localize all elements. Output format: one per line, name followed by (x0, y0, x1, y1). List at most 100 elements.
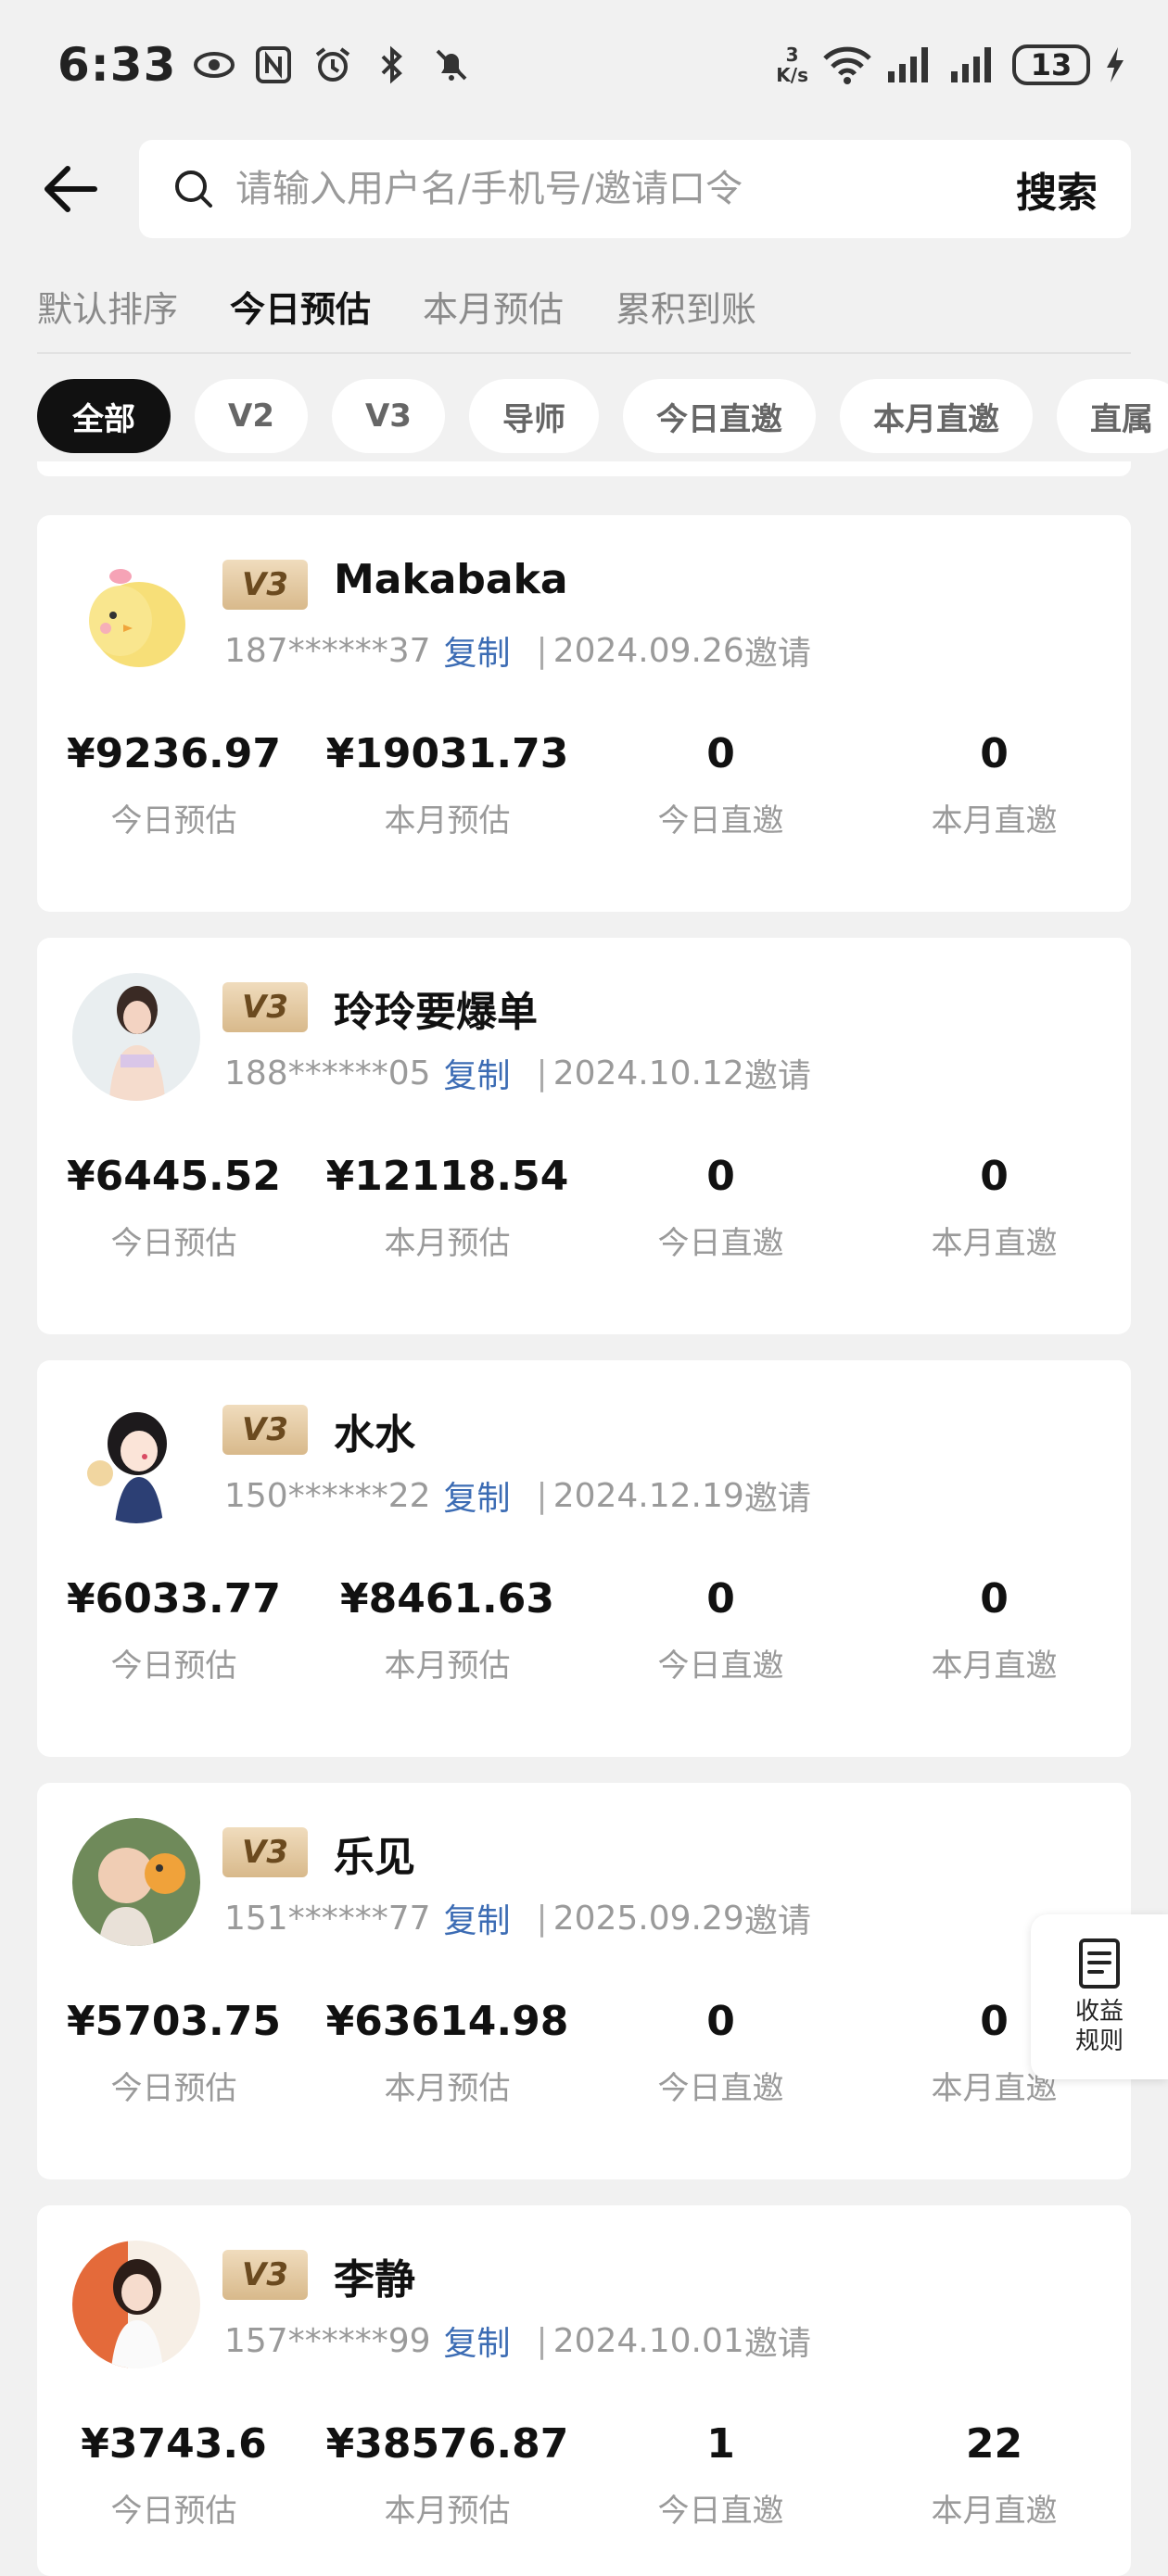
divider: | (536, 2321, 548, 2360)
chip-month-direct[interactable]: 本月直邀 (839, 379, 1033, 453)
chip-direct-sub[interactable]: 直属 (1056, 379, 1168, 453)
alarm-icon (316, 47, 350, 82)
invite-date: 2024.12.19 (552, 1476, 744, 1515)
avatar (72, 2241, 200, 2368)
level-badge: V3 (222, 2250, 308, 2300)
month-direct-label: 本月直邀 (931, 802, 1058, 840)
search-input[interactable] (235, 168, 1016, 210)
avatar (72, 550, 200, 678)
today-estimate-label: 今日预估 (110, 1648, 237, 1685)
search-header: 搜索 (0, 139, 1168, 239)
today-direct-label: 今日直邀 (657, 1225, 784, 1262)
filter-chips: 全部 V2 V3 导师 今日直邀 本月直邀 直属 (37, 378, 1168, 454)
member-name: Makabaka (334, 556, 568, 603)
level-badge: V3 (222, 982, 308, 1032)
copy-button[interactable]: 复制 (444, 626, 511, 675)
month-direct-label: 本月直邀 (931, 1648, 1058, 1685)
month-estimate-value: ¥38576.87 (325, 2420, 569, 2468)
today-direct-label: 今日直邀 (657, 2493, 784, 2530)
today-estimate-value: ¥9236.97 (66, 730, 282, 777)
member-phone: 188******05 (224, 1054, 431, 1092)
month-estimate-value: ¥12118.54 (325, 1153, 569, 1200)
today-direct-value: 0 (706, 1575, 735, 1623)
eye-icon (194, 52, 235, 78)
charging-icon (1107, 47, 1124, 82)
chip-v3[interactable]: V3 (331, 379, 445, 453)
mute-bell-icon (436, 49, 467, 81)
bluetooth-icon (381, 45, 403, 84)
rules-label-line1: 收益 (1074, 1998, 1124, 2026)
nfc-icon (256, 46, 292, 83)
invite-suffix: 邀请 (743, 635, 811, 673)
level-badge: V3 (222, 560, 308, 610)
member-card[interactable]: V3 玲玲要爆单 188******05 复制 | 2024.10.12 邀请 ¥… (37, 938, 1131, 1334)
month-estimate-value: ¥19031.73 (325, 730, 569, 777)
search-box: 搜索 (139, 140, 1131, 238)
month-direct-label: 本月直邀 (931, 2493, 1058, 2530)
month-direct-value: 0 (980, 730, 1009, 777)
copy-button[interactable]: 复制 (444, 2317, 511, 2365)
month-estimate-label: 本月预估 (384, 1225, 511, 1262)
member-phone: 151******77 (224, 1899, 431, 1938)
member-name: 玲玲要爆单 (334, 989, 538, 1036)
member-card[interactable]: V3 乐见 151******77 复制 | 2025.09.29 邀请 ¥570… (37, 1783, 1131, 2179)
month-direct-value: 22 (965, 2420, 1023, 2468)
member-phone: 187******37 (224, 631, 431, 670)
today-direct-value: 0 (706, 1153, 735, 1200)
member-phone: 157******99 (224, 2321, 431, 2360)
member-name: 乐见 (334, 1834, 415, 1881)
status-bar: 6:33 3 K/s 13 (0, 0, 1168, 130)
invite-date: 2024.09.26 (552, 631, 744, 670)
back-button[interactable] (0, 139, 139, 239)
today-direct-value: 0 (706, 1998, 735, 2045)
month-direct-value: 0 (980, 1153, 1009, 1200)
today-estimate-value: ¥6033.77 (66, 1575, 282, 1623)
invite-suffix: 邀请 (743, 1480, 811, 1518)
today-estimate-value: ¥5703.75 (66, 1998, 282, 2045)
month-estimate-label: 本月预估 (384, 2493, 511, 2530)
divider: | (536, 1476, 548, 1515)
copy-button[interactable]: 复制 (444, 1049, 511, 1097)
month-estimate-value: ¥8461.63 (339, 1575, 555, 1623)
divider: | (536, 1054, 548, 1092)
today-estimate-value: ¥6445.52 (66, 1153, 282, 1200)
search-icon (175, 170, 212, 208)
chip-mentor[interactable]: 导师 (468, 379, 599, 453)
chip-v2[interactable]: V2 (195, 379, 308, 453)
tab-default-sort[interactable]: 默认排序 (37, 281, 178, 341)
level-badge: V3 (222, 1405, 308, 1455)
member-card[interactable]: V3 水水 150******22 复制 | 2024.12.19 邀请 ¥603… (37, 1360, 1131, 1757)
today-direct-label: 今日直邀 (657, 1648, 784, 1685)
month-direct-label: 本月直邀 (931, 1225, 1058, 1262)
month-estimate-label: 本月预估 (384, 1648, 511, 1685)
wifi-icon (823, 46, 871, 84)
today-estimate-label: 今日预估 (110, 1225, 237, 1262)
avatar (72, 973, 200, 1101)
battery-indicator: 13 (1012, 44, 1090, 85)
member-card[interactable]: V3 李静 157******99 复制 | 2024.10.01 邀请 ¥374… (37, 2205, 1131, 2576)
month-direct-value: 0 (980, 1575, 1009, 1623)
signal-icon-2 (951, 47, 991, 82)
copy-button[interactable]: 复制 (444, 1894, 511, 1942)
chip-today-direct[interactable]: 今日直邀 (622, 379, 816, 453)
copy-button[interactable]: 复制 (444, 1471, 511, 1520)
today-direct-label: 今日直邀 (657, 2070, 784, 2107)
tab-today-estimate[interactable]: 今日预估 (230, 281, 371, 341)
today-estimate-label: 今日预估 (110, 2493, 237, 2530)
network-speed: 3 K/s (776, 44, 808, 86)
invite-suffix: 邀请 (743, 2325, 811, 2363)
divider: | (536, 1899, 548, 1938)
back-arrow-icon (44, 166, 97, 212)
member-phone: 150******22 (224, 1476, 431, 1515)
tab-month-estimate[interactable]: 本月预估 (423, 281, 564, 341)
today-direct-value: 1 (706, 2420, 735, 2468)
today-direct-label: 今日直邀 (657, 802, 784, 840)
chip-all[interactable]: 全部 (37, 379, 171, 453)
search-button[interactable]: 搜索 (1016, 159, 1098, 219)
member-name: 李静 (334, 2256, 415, 2304)
tab-accumulated[interactable]: 累积到账 (616, 281, 756, 341)
earnings-rules-button[interactable]: 收益 规则 (1031, 1914, 1168, 2079)
member-card[interactable]: V3 Makabaka 187******37 复制 | 2024.09.26 邀… (37, 515, 1131, 912)
today-direct-value: 0 (706, 730, 735, 777)
today-estimate-value: ¥3743.6 (81, 2420, 267, 2468)
